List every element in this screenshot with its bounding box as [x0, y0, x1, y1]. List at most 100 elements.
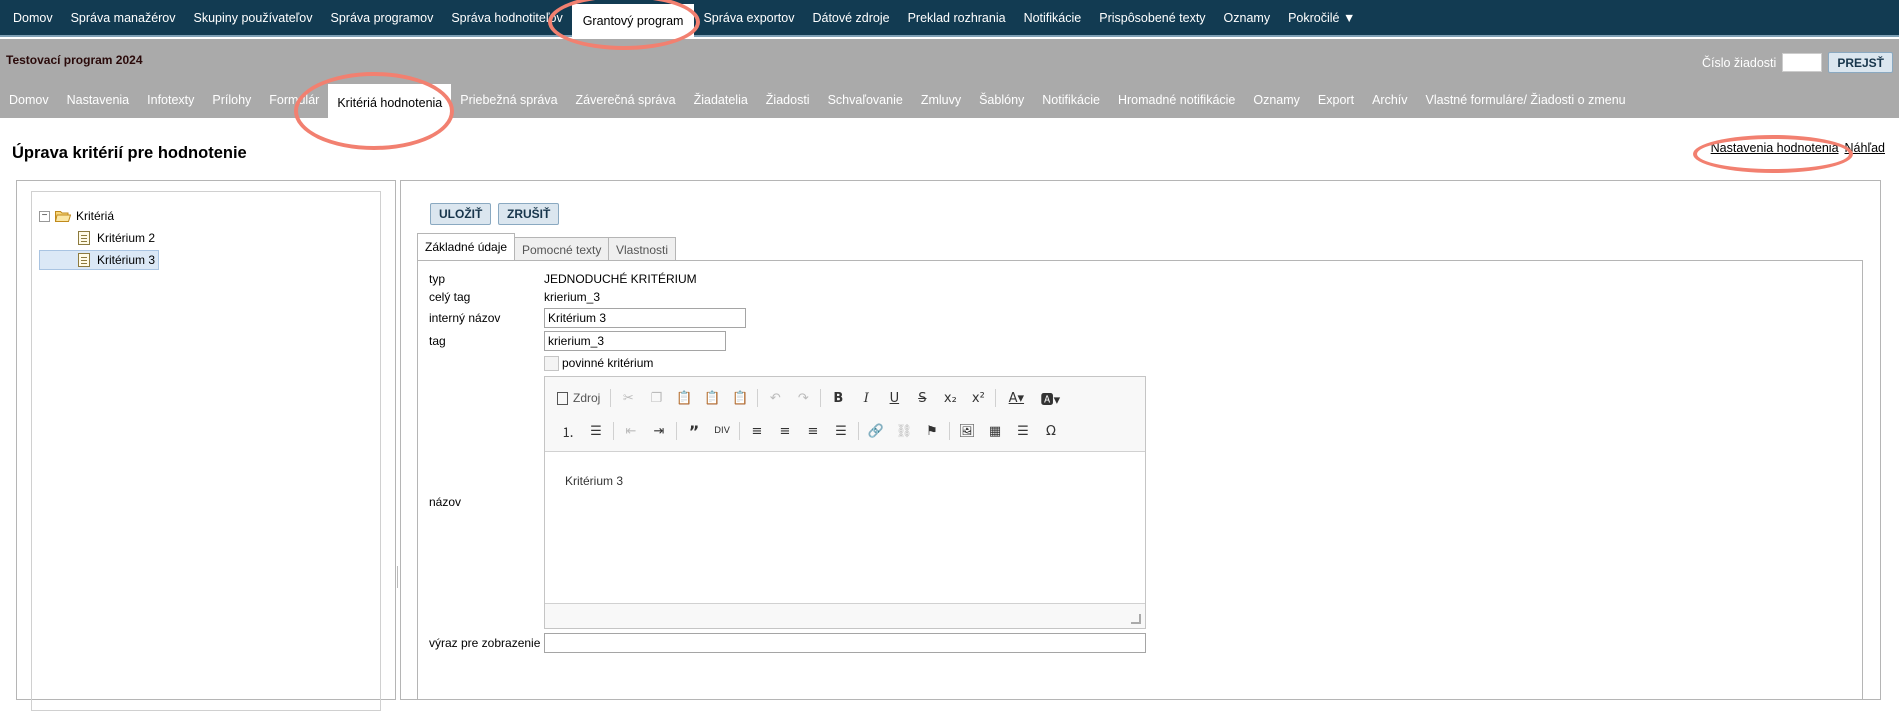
numbered-list-icon[interactable]: ⒈ — [557, 421, 579, 441]
type-label: typ — [429, 272, 446, 286]
subnav-item-formular[interactable]: Formulár — [260, 81, 328, 118]
italic-icon[interactable]: I — [855, 388, 877, 408]
full-tag-value: krierium_3 — [544, 290, 601, 304]
subnav-item-export[interactable]: Export — [1309, 81, 1363, 118]
subnav-item-vlastne-formulare[interactable]: Vlastné formuláre/ Žiadosti o zmenu — [1417, 81, 1635, 118]
redo-icon[interactable]: ↷ — [792, 388, 814, 408]
special-char-icon[interactable]: Ω — [1040, 421, 1062, 441]
subnav-item-kriteria-hodnotenia[interactable]: Kritériá hodnotenia — [328, 84, 452, 121]
subnav-item-infotexty[interactable]: Infotexty — [138, 81, 203, 118]
toolbar-separator — [610, 389, 612, 407]
outdent-icon[interactable]: ⇤ — [620, 421, 642, 441]
editor-body[interactable]: Kritérium 3 — [545, 452, 1145, 605]
justify-icon[interactable]: ☰ — [830, 421, 852, 441]
link-icon[interactable]: 🔗 — [865, 421, 887, 441]
cut-icon[interactable]: ✂ — [617, 388, 639, 408]
paste-text-icon[interactable]: 📋 — [701, 388, 723, 408]
align-left-icon[interactable]: ≡ — [746, 421, 768, 441]
tab-basic-data[interactable]: Základné údaje — [417, 233, 516, 260]
subscript-icon[interactable]: x₂ — [939, 388, 961, 408]
align-right-icon[interactable]: ≡ — [802, 421, 824, 441]
resize-icon[interactable] — [1131, 614, 1141, 624]
subnav-item-prilohy[interactable]: Prílohy — [203, 81, 260, 118]
source-button[interactable]: Zdroj — [557, 391, 600, 405]
collapse-icon[interactable]: − — [39, 210, 50, 222]
subnav-item-notifikacie[interactable]: Notifikácie — [1033, 81, 1109, 118]
name-label: názov — [429, 495, 462, 509]
tab-label: Základné údaje — [425, 240, 508, 254]
top-navigation: Domov Správa manažérov Skupiny používate… — [0, 0, 1899, 41]
align-center-icon[interactable]: ≡ — [774, 421, 796, 441]
subnav-item-priebezna-sprava[interactable]: Priebežná správa — [451, 81, 566, 118]
bold-icon[interactable]: B — [827, 388, 849, 408]
tree-item-kriterium-2[interactable]: Kritérium 2 — [78, 228, 155, 248]
topnav-item-grantovy-program[interactable]: Grantový program — [571, 4, 695, 41]
blockquote-icon[interactable]: ” — [683, 421, 705, 441]
tab-properties[interactable]: Vlastnosti — [608, 237, 677, 261]
table-icon[interactable]: ▦ — [984, 421, 1006, 441]
div-icon[interactable]: DIV — [711, 421, 733, 441]
tab-help-texts[interactable]: Pomocné texty — [514, 237, 610, 261]
topnav-item-sprava-hodnotitelov[interactable]: Správa hodnotiteľov — [442, 0, 571, 35]
subnav-item-hromadne-notifikacie[interactable]: Hromadné notifikácie — [1109, 81, 1244, 118]
cancel-button[interactable]: ZRUŠIŤ — [498, 203, 560, 225]
subnav-item-domov[interactable]: Domov — [0, 81, 58, 118]
request-number-input[interactable] — [1782, 53, 1823, 72]
editor-toolbar: Zdroj ✂ ❐ 📋 📋 📋 ↶ ↷ B I U S x₂ x² A▾ 🅰▾ … — [545, 377, 1145, 452]
undo-icon[interactable]: ↶ — [764, 388, 786, 408]
underline-icon[interactable]: U — [883, 388, 905, 408]
subnav-item-sablony[interactable]: Šablóny — [970, 81, 1033, 118]
topnav-item-domov[interactable]: Domov — [4, 0, 62, 35]
text-color-icon[interactable]: A▾ — [1002, 388, 1030, 408]
topnav-item-prisposobene-texty[interactable]: Prispôsobené texty — [1090, 0, 1214, 35]
topnav-item-preklad[interactable]: Preklad rozhrania — [899, 0, 1015, 35]
tree-item-kriterium-3[interactable]: Kritérium 3 — [39, 250, 159, 270]
subnav-item-zaverecna-sprava[interactable]: Záverečná správa — [567, 81, 685, 118]
subnav-item-schvalovanie[interactable]: Schvaľovanie — [819, 81, 912, 118]
toolbar-separator — [739, 422, 740, 440]
topnav-item-skupiny[interactable]: Skupiny používateľov — [185, 0, 322, 35]
anchor-icon[interactable]: ⚑ — [921, 421, 943, 441]
name-rich-text-editor: Zdroj ✂ ❐ 📋 📋 📋 ↶ ↷ B I U S x₂ x² A▾ 🅰▾ … — [544, 376, 1146, 629]
toolbar-separator — [613, 422, 614, 440]
evaluation-settings-link[interactable]: Nastavenia hodnotenia — [1711, 141, 1839, 155]
subnav-item-zmluvy[interactable]: Zmluvy — [912, 81, 970, 118]
subnav-item-ziadosti[interactable]: Žiadosti — [757, 81, 819, 118]
toolbar-separator — [820, 389, 822, 407]
horizontal-rule-icon[interactable]: ☰ — [1012, 421, 1034, 441]
topnav-item-notifikacie[interactable]: Notifikácie — [1015, 0, 1091, 35]
editor-toolbar-row-2: ⒈ ☰ ⇤ ⇥ ” DIV ≡ ≡ ≡ ☰ 🔗 ⛓ ⚑ 🖼 ▦ ☰ Ω — [557, 421, 1068, 441]
editor-content[interactable]: Kritérium 3 — [565, 474, 623, 488]
subnav-item-archiv[interactable]: Archív — [1363, 81, 1416, 118]
topnav-item-sprava-programov[interactable]: Správa programov — [322, 0, 443, 35]
bg-color-icon[interactable]: 🅰▾ — [1036, 388, 1064, 408]
display-expression-input[interactable] — [544, 633, 1146, 653]
topnav-item-oznamy[interactable]: Oznamy — [1215, 0, 1280, 35]
page-links: Nastavenia hodnotenia Náhľad — [1711, 141, 1885, 155]
subnav-item-nastavenia[interactable]: Nastavenia — [58, 81, 139, 118]
internal-name-input[interactable] — [544, 308, 746, 328]
tag-label: tag — [429, 334, 446, 348]
topnav-item-sprava-exportov[interactable]: Správa exportov — [694, 0, 803, 35]
unlink-icon[interactable]: ⛓ — [893, 421, 915, 441]
topnav-item-datove-zdroje[interactable]: Dátové zdroje — [803, 0, 898, 35]
tag-input[interactable] — [544, 331, 726, 351]
superscript-icon[interactable]: x² — [967, 388, 989, 408]
topnav-item-sprava-manazerov[interactable]: Správa manažérov — [62, 0, 185, 35]
strike-icon[interactable]: S — [911, 388, 933, 408]
paste-word-icon[interactable]: 📋 — [729, 388, 751, 408]
mandatory-checkbox[interactable] — [544, 356, 559, 371]
go-button[interactable]: PREJSŤ — [1828, 52, 1893, 73]
bullet-list-icon[interactable]: ☰ — [585, 421, 607, 441]
subnav-item-oznamy[interactable]: Oznamy — [1244, 81, 1309, 118]
tree-root[interactable]: − Kritériá — [39, 206, 114, 226]
paste-icon[interactable]: 📋 — [673, 388, 695, 408]
preview-link[interactable]: Náhľad — [1845, 141, 1885, 155]
indent-icon[interactable]: ⇥ — [648, 421, 670, 441]
save-button[interactable]: ULOŽIŤ — [430, 203, 492, 225]
copy-icon[interactable]: ❐ — [645, 388, 667, 408]
image-icon[interactable]: 🖼 — [956, 421, 978, 441]
topnav-item-pokrocile[interactable]: Pokročilé ▼ — [1279, 0, 1364, 35]
subnav-item-ziadatelia[interactable]: Žiadatelia — [685, 81, 757, 118]
tree-item-label: Kritérium 3 — [97, 253, 156, 267]
